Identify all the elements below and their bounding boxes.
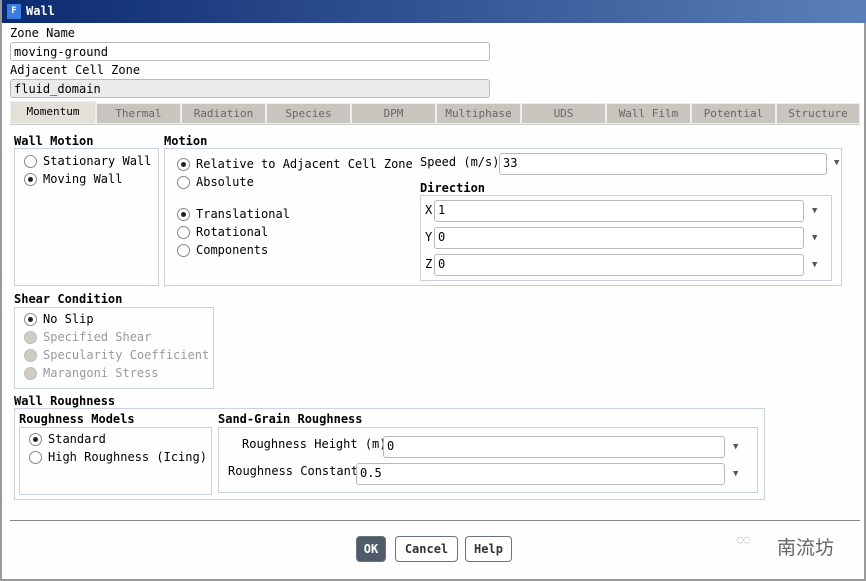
radio-specified-shear: Specified Shear [24,330,151,344]
radio-label: Translational [196,207,290,221]
radio-specularity-coefficient: Specularity Coefficient [24,348,209,362]
radio-label: Moving Wall [43,172,123,186]
radio-absolute[interactable]: Absolute [177,175,254,189]
radio-label: Marangoni Stress [43,366,159,380]
speed-dropdown-icon[interactable]: ▼ [834,158,839,168]
radio-icon [177,157,190,171]
title-bar: F Wall [2,0,866,23]
footer-divider [10,520,860,521]
x-label: X [425,203,433,217]
app-icon: F [7,4,21,19]
z-dropdown-icon[interactable]: ▼ [812,260,817,270]
roughness-height-input[interactable]: 0 [383,436,725,458]
radio-label: Specularity Coefficient [43,348,210,362]
wechat-icon: ◌◌ [737,533,751,546]
sand-grain-label: Sand-Grain Roughness [218,412,363,426]
roughness-models-label: Roughness Models [19,412,135,426]
radio-label: Components [196,243,269,257]
help-button[interactable]: Help [465,536,512,562]
wall-motion-label: Wall Motion [14,134,94,148]
tab-radiation[interactable]: Radiation [181,103,266,124]
wall-motion-group [14,148,159,286]
tab-uds[interactable]: UDS [521,103,606,124]
ok-button[interactable]: OK [356,536,386,562]
tab-thermal[interactable]: Thermal [96,103,181,124]
radio-high-roughness[interactable]: High Roughness (Icing) [29,450,207,464]
radio-icon [29,432,42,446]
tab-wall-film[interactable]: Wall Film [606,103,691,124]
radio-icon [24,312,37,326]
zone-name-label: Zone Name [10,26,76,40]
radio-stationary-wall[interactable]: Stationary Wall [24,154,151,168]
direction-label: Direction [420,181,486,195]
direction-z-input[interactable]: 0 [434,254,804,276]
radio-icon [177,243,190,257]
watermark: 南流坊 [777,537,835,559]
roughness-constant-input[interactable]: 0.5 [356,463,725,485]
x-dropdown-icon[interactable]: ▼ [812,206,817,216]
zone-name-input[interactable]: moving-ground [10,42,490,61]
radio-icon [24,348,37,362]
tab-divider [10,124,860,125]
radio-label: High Roughness (Icing) [48,450,207,464]
radio-icon [24,172,37,186]
window-title: Wall [26,4,55,18]
radio-moving-wall[interactable]: Moving Wall [24,172,122,186]
direction-x-input[interactable]: 1 [434,200,804,222]
tab-momentum[interactable]: Momentum [10,101,96,124]
radio-icon [29,450,42,464]
shear-condition-label: Shear Condition [14,292,123,306]
radio-rotational[interactable]: Rotational [177,225,268,239]
speed-label: Speed (m/s) [420,155,500,169]
motion-label: Motion [164,134,208,148]
cancel-button[interactable]: Cancel [395,536,458,562]
radio-components[interactable]: Components [177,243,268,257]
tab-dpm[interactable]: DPM [351,103,436,124]
radio-icon [177,207,190,221]
y-dropdown-icon[interactable]: ▼ [812,233,817,243]
tab-potential[interactable]: Potential [691,103,776,124]
radio-standard[interactable]: Standard [29,432,106,446]
wall-roughness-label: Wall Roughness [14,394,116,408]
radio-icon [177,225,190,239]
adjacent-cell-zone-field: fluid_domain [10,79,490,98]
speed-input[interactable]: 33 [499,153,827,175]
radio-relative[interactable]: Relative to Adjacent Cell Zone [177,157,413,171]
radio-translational[interactable]: Translational [177,207,290,221]
radio-label: Rotational [196,225,269,239]
tab-species[interactable]: Species [266,103,351,124]
radio-label: Standard [48,432,106,446]
radio-icon [24,330,37,344]
roughness-height-label: Roughness Height (m) [242,437,387,451]
radio-label: No Slip [43,312,94,326]
radio-icon [177,175,190,189]
radio-icon [24,366,37,380]
radio-marangoni-stress: Marangoni Stress [24,366,159,380]
adjacent-cell-zone-label: Adjacent Cell Zone [10,63,141,77]
constant-dropdown-icon[interactable]: ▼ [733,469,738,479]
wall-dialog: F Wall Zone Name moving-ground Adjacent C… [0,0,866,581]
tab-multiphase[interactable]: Multiphase [436,103,521,124]
y-label: Y [425,230,433,244]
radio-label: Specified Shear [43,330,152,344]
height-dropdown-icon[interactable]: ▼ [733,442,738,452]
radio-label: Relative to Adjacent Cell Zone [196,157,413,171]
z-label: Z [425,257,433,271]
radio-no-slip[interactable]: No Slip [24,312,94,326]
radio-label: Stationary Wall [43,154,152,168]
radio-icon [24,154,37,168]
radio-label: Absolute [196,175,254,189]
roughness-constant-label: Roughness Constant [228,464,359,478]
tab-structure[interactable]: Structure [776,103,860,124]
direction-y-input[interactable]: 0 [434,227,804,249]
